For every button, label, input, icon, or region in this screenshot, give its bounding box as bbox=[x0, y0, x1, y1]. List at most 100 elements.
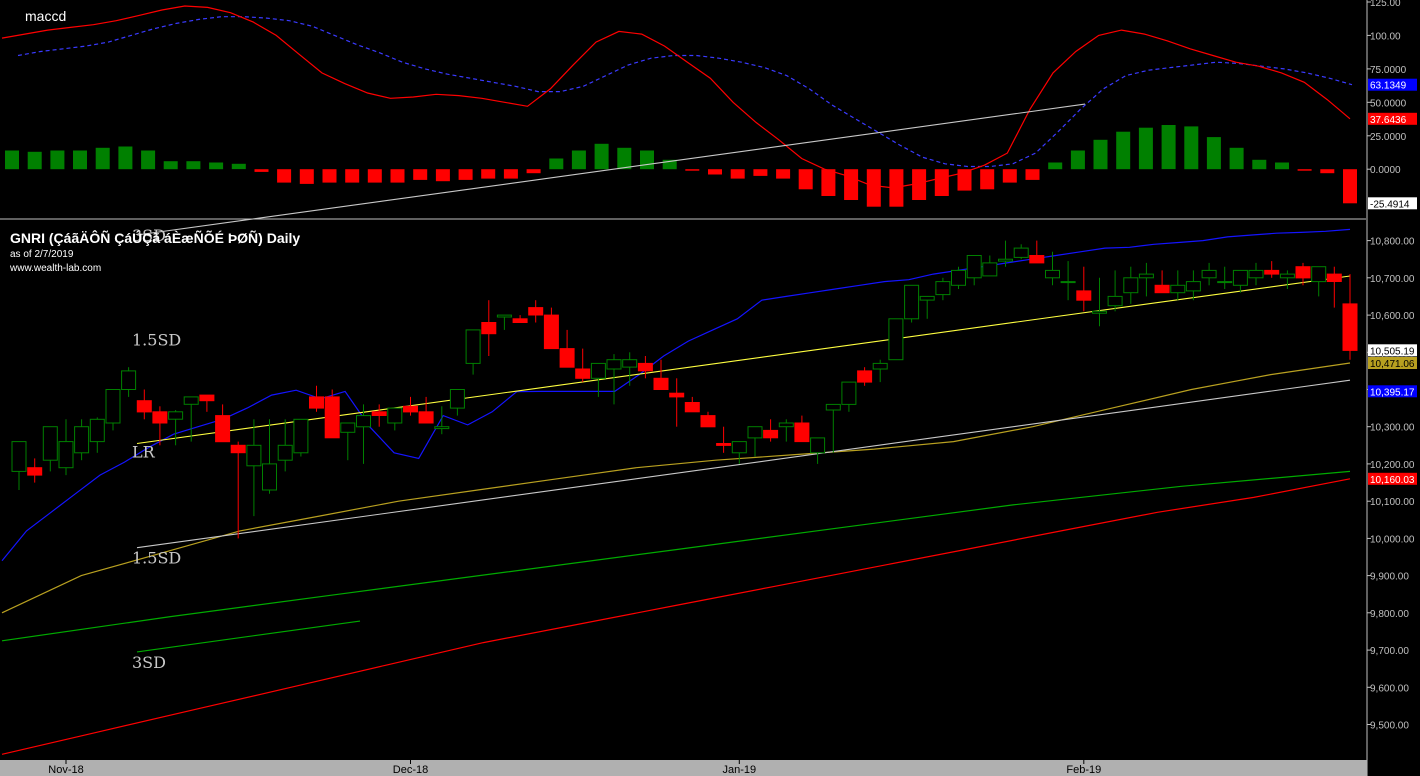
candle-up bbox=[935, 281, 951, 296]
candle-up bbox=[387, 407, 403, 424]
macd-histogram-bar bbox=[1161, 125, 1176, 170]
candle-up bbox=[998, 258, 1013, 262]
price-ma-red-value: 10,160.03 bbox=[1370, 475, 1415, 486]
band-label-lr: LR bbox=[132, 443, 156, 462]
candle-up bbox=[747, 426, 763, 439]
macd-histogram-bar bbox=[1048, 162, 1063, 170]
macd-title: maccd bbox=[25, 8, 66, 24]
macd-histogram-bar bbox=[1184, 126, 1199, 170]
candle-down bbox=[763, 429, 779, 439]
price-y-tick-label: 10,300.00 bbox=[1370, 423, 1415, 434]
candle-up bbox=[1060, 281, 1076, 284]
candle-up bbox=[622, 359, 638, 368]
macd-histogram-bar bbox=[934, 169, 949, 196]
candle-down bbox=[136, 400, 152, 413]
price-y-tick-label: 10,200.00 bbox=[1370, 460, 1415, 471]
candle-up bbox=[888, 318, 904, 361]
candle-down bbox=[543, 314, 559, 350]
macd-y-tick-label: 125.00 bbox=[1370, 0, 1401, 9]
chart-background bbox=[0, 0, 1420, 776]
macd-histogram-bar bbox=[1138, 127, 1153, 170]
macd-histogram-bar bbox=[753, 169, 768, 176]
candle-down bbox=[857, 370, 873, 383]
candle-up bbox=[183, 396, 199, 405]
candle-up bbox=[872, 362, 888, 370]
candle-down bbox=[637, 362, 653, 372]
macd-histogram-bar bbox=[345, 169, 360, 183]
price-y-tick-label: 10,700.00 bbox=[1370, 274, 1415, 285]
candle-down bbox=[1154, 284, 1170, 294]
macd-histogram-bar bbox=[730, 169, 745, 179]
candle-down bbox=[1029, 255, 1045, 264]
macd-histogram-bar bbox=[163, 161, 178, 170]
macd-histogram-bar bbox=[1252, 159, 1267, 170]
macd-histogram-bar bbox=[277, 169, 292, 183]
macd-histogram-bar bbox=[141, 150, 156, 170]
candle-up bbox=[810, 437, 826, 454]
price-y-tick-label: 9,500.00 bbox=[1370, 721, 1409, 732]
candle-down bbox=[230, 444, 246, 454]
macd-histogram-bar bbox=[1002, 169, 1017, 183]
macd-histogram-value: -25.4914 bbox=[1370, 199, 1410, 210]
candle-up bbox=[778, 422, 794, 428]
candle-up bbox=[1170, 284, 1186, 294]
macd-histogram-bar bbox=[95, 147, 110, 170]
macd-histogram-bar bbox=[866, 169, 881, 207]
macd-histogram-bar bbox=[1297, 169, 1312, 171]
candle-up bbox=[1123, 277, 1139, 294]
macd-histogram-bar bbox=[5, 150, 19, 170]
x-axis-bar bbox=[0, 760, 1367, 776]
price-y-tick-label: 9,700.00 bbox=[1370, 646, 1409, 657]
candle-up bbox=[1185, 281, 1201, 292]
candle-up bbox=[825, 403, 841, 411]
price-y-tick-label: 10,100.00 bbox=[1370, 497, 1415, 508]
candle-up bbox=[121, 370, 137, 390]
candle-up bbox=[11, 441, 27, 472]
price-y-tick-label: 9,800.00 bbox=[1370, 609, 1409, 620]
candle-up bbox=[731, 441, 747, 454]
macd-histogram-bar bbox=[367, 169, 382, 183]
candle-up bbox=[496, 314, 512, 318]
macd-histogram-bar bbox=[821, 169, 836, 196]
macd-histogram-bar bbox=[980, 169, 995, 190]
macd-y-tick-label: 0.0000 bbox=[1370, 165, 1401, 176]
price-y-tick-label: 9,600.00 bbox=[1370, 683, 1409, 694]
price-close-value: 10,505.19 bbox=[1370, 346, 1415, 357]
macd-histogram-bar bbox=[390, 169, 405, 183]
macd-signal-value: 63.1349 bbox=[1370, 81, 1407, 92]
band-label-upper-15sd: 1.5SD bbox=[132, 330, 181, 349]
candle-down bbox=[559, 348, 575, 368]
candle-up bbox=[1311, 266, 1327, 283]
macd-histogram-bar bbox=[1070, 150, 1085, 170]
x-tick-label: Jan-19 bbox=[722, 764, 756, 776]
candle-up bbox=[356, 415, 371, 428]
price-title: GNRI (ÇáãÄÔÑ ÇáÚÇã áÈæÑÕÉ ÞØÑ) Daily bbox=[10, 229, 300, 246]
price-y-tick-label: 10,000.00 bbox=[1370, 534, 1415, 545]
macd-histogram-bar bbox=[413, 169, 428, 180]
macd-histogram-bar bbox=[1229, 147, 1244, 170]
candle-down bbox=[309, 396, 324, 409]
candle-up bbox=[74, 426, 90, 454]
candle-down bbox=[1342, 303, 1358, 351]
macd-histogram-bar bbox=[594, 143, 609, 170]
candle-up bbox=[841, 381, 857, 405]
macd-histogram-bar bbox=[640, 150, 654, 170]
macd-histogram-bar bbox=[526, 169, 541, 174]
candle-down bbox=[152, 411, 168, 424]
macd-histogram-bar bbox=[708, 169, 722, 175]
macd-histogram-bar bbox=[776, 169, 791, 179]
macd-y-tick-label: 50.0000 bbox=[1370, 98, 1407, 109]
macd-histogram-bar bbox=[617, 147, 632, 170]
macd-histogram-bar bbox=[549, 158, 564, 170]
macd-histogram-bar bbox=[1343, 169, 1357, 204]
candle-down bbox=[481, 322, 497, 335]
candle-down bbox=[716, 443, 732, 446]
candle-up bbox=[293, 418, 309, 454]
candle-up bbox=[89, 418, 105, 443]
macd-histogram-bar bbox=[798, 169, 813, 190]
candle-up bbox=[966, 255, 982, 279]
candle-up bbox=[1232, 269, 1248, 286]
candle-up bbox=[434, 426, 450, 430]
price-y-tick-label: 10,600.00 bbox=[1370, 311, 1415, 322]
candle-down bbox=[512, 318, 528, 323]
